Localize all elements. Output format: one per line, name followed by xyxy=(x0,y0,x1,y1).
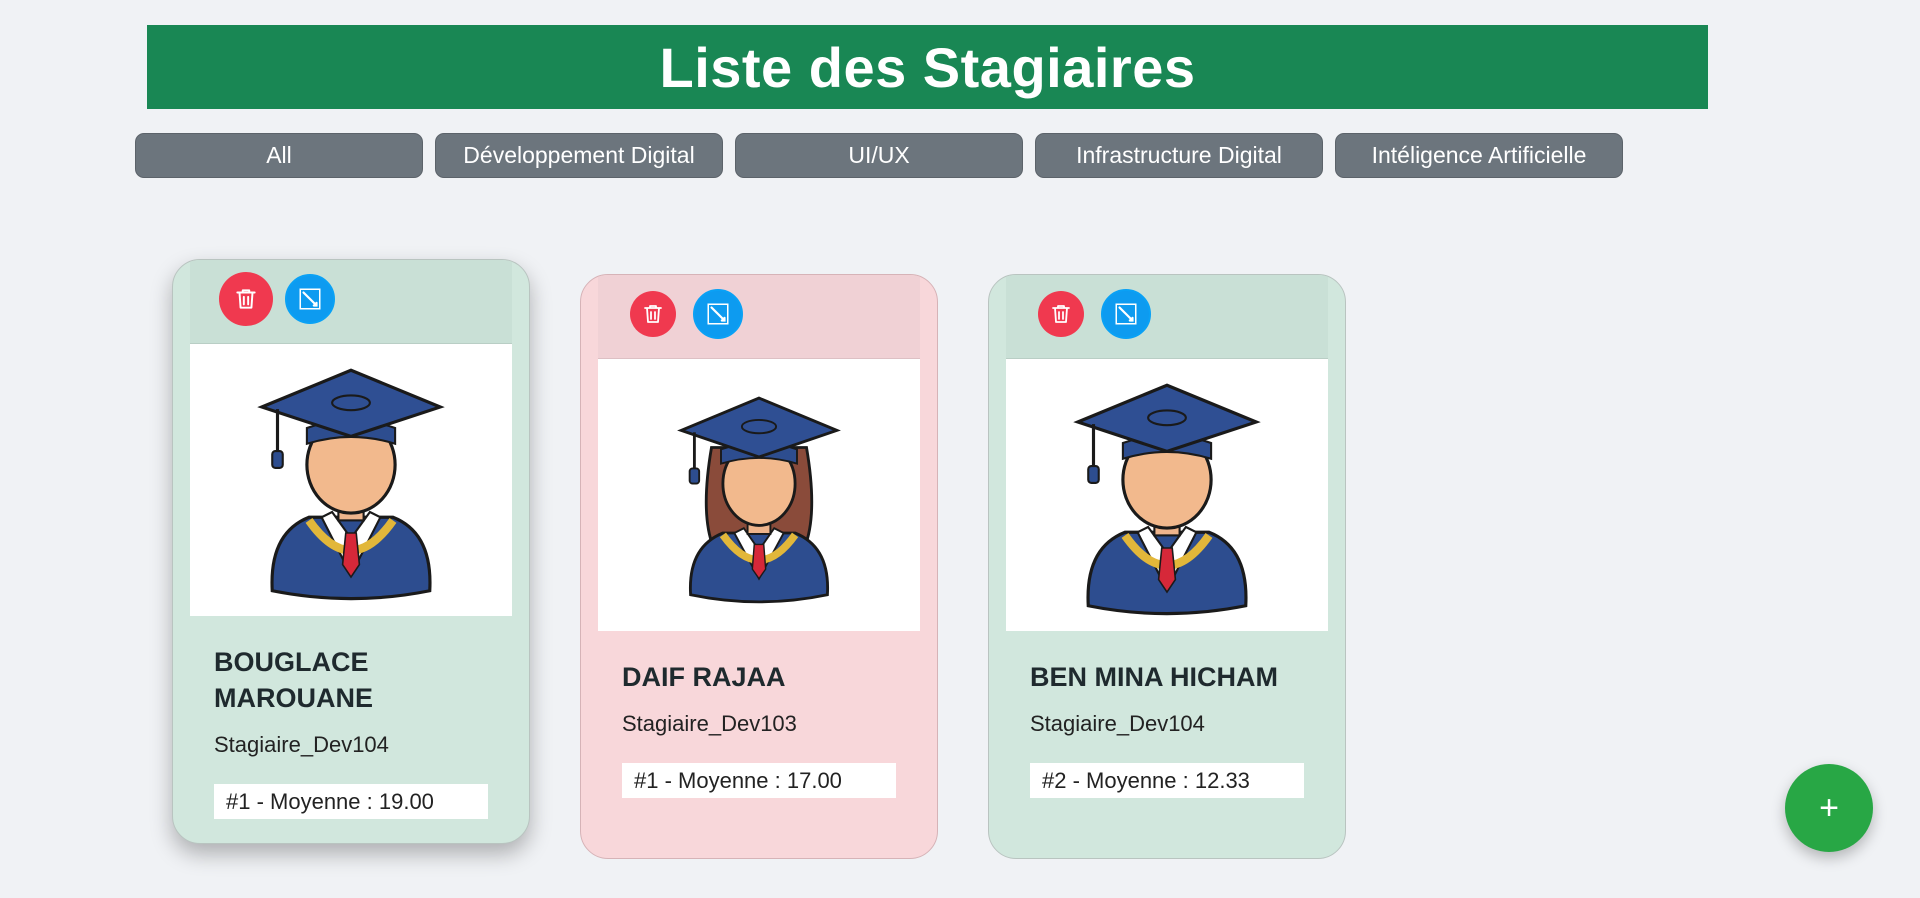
trash-icon xyxy=(1049,302,1073,326)
stagiaire-average: #1 - Moyenne : 17.00 xyxy=(622,763,896,798)
stagiaire-average: #2 - Moyenne : 12.33 xyxy=(1030,763,1304,798)
stagiaire-group: Stagiaire_Dev104 xyxy=(1030,711,1205,736)
filter-infrastructure-button[interactable]: Infrastructure Digital xyxy=(1035,133,1323,178)
card-photo xyxy=(598,359,920,631)
filter-all-button[interactable]: All xyxy=(135,133,423,178)
stagiaire-group: Stagiaire_Dev103 xyxy=(622,711,797,736)
delete-button[interactable] xyxy=(1038,291,1084,337)
stagiaire-name: BEN MINA HICHAM xyxy=(1030,662,1278,692)
add-stagiaire-button[interactable]: + xyxy=(1785,764,1873,852)
stagiaire-card: DAIF RAJAA Stagiaire_Dev103 #1 - Moyenne… xyxy=(580,274,938,859)
stagiaire-name: BOUGLACE MAROUANE xyxy=(214,647,373,713)
stagiaire-card: BOUGLACE MAROUANE Stagiaire_Dev104 #1 - … xyxy=(172,259,530,844)
card-actions xyxy=(598,275,920,359)
stagiaire-name: DAIF RAJAA xyxy=(622,662,786,692)
graduate-male-icon xyxy=(1062,368,1272,623)
filter-bar: All Développement Digital UI/UX Infrastr… xyxy=(135,133,1623,178)
edit-button[interactable] xyxy=(693,289,743,339)
graduate-male-icon xyxy=(246,353,456,608)
edit-icon xyxy=(705,301,731,327)
page-header: Liste des Stagiaires xyxy=(147,25,1708,109)
edit-icon xyxy=(297,286,323,312)
trash-icon xyxy=(233,286,259,312)
delete-button[interactable] xyxy=(630,291,676,337)
page-title: Liste des Stagiaires xyxy=(659,35,1196,99)
card-actions xyxy=(190,260,512,344)
card-actions xyxy=(1006,275,1328,359)
edit-button[interactable] xyxy=(1101,289,1151,339)
filter-dev-digital-button[interactable]: Développement Digital xyxy=(435,133,723,178)
card-photo xyxy=(1006,359,1328,631)
stagiaire-average: #1 - Moyenne : 19.00 xyxy=(214,784,488,819)
edit-icon xyxy=(1113,301,1139,327)
stagiaire-group: Stagiaire_Dev104 xyxy=(214,732,389,757)
stagiaire-card: BEN MINA HICHAM Stagiaire_Dev104 #2 - Mo… xyxy=(988,274,1346,859)
card-photo xyxy=(190,344,512,616)
graduate-female-icon xyxy=(664,375,854,615)
edit-button[interactable] xyxy=(285,274,335,324)
filter-ui-ux-button[interactable]: UI/UX xyxy=(735,133,1023,178)
delete-button[interactable] xyxy=(219,272,273,326)
trash-icon xyxy=(641,302,665,326)
filter-ia-button[interactable]: Intéligence Artificielle xyxy=(1335,133,1623,178)
